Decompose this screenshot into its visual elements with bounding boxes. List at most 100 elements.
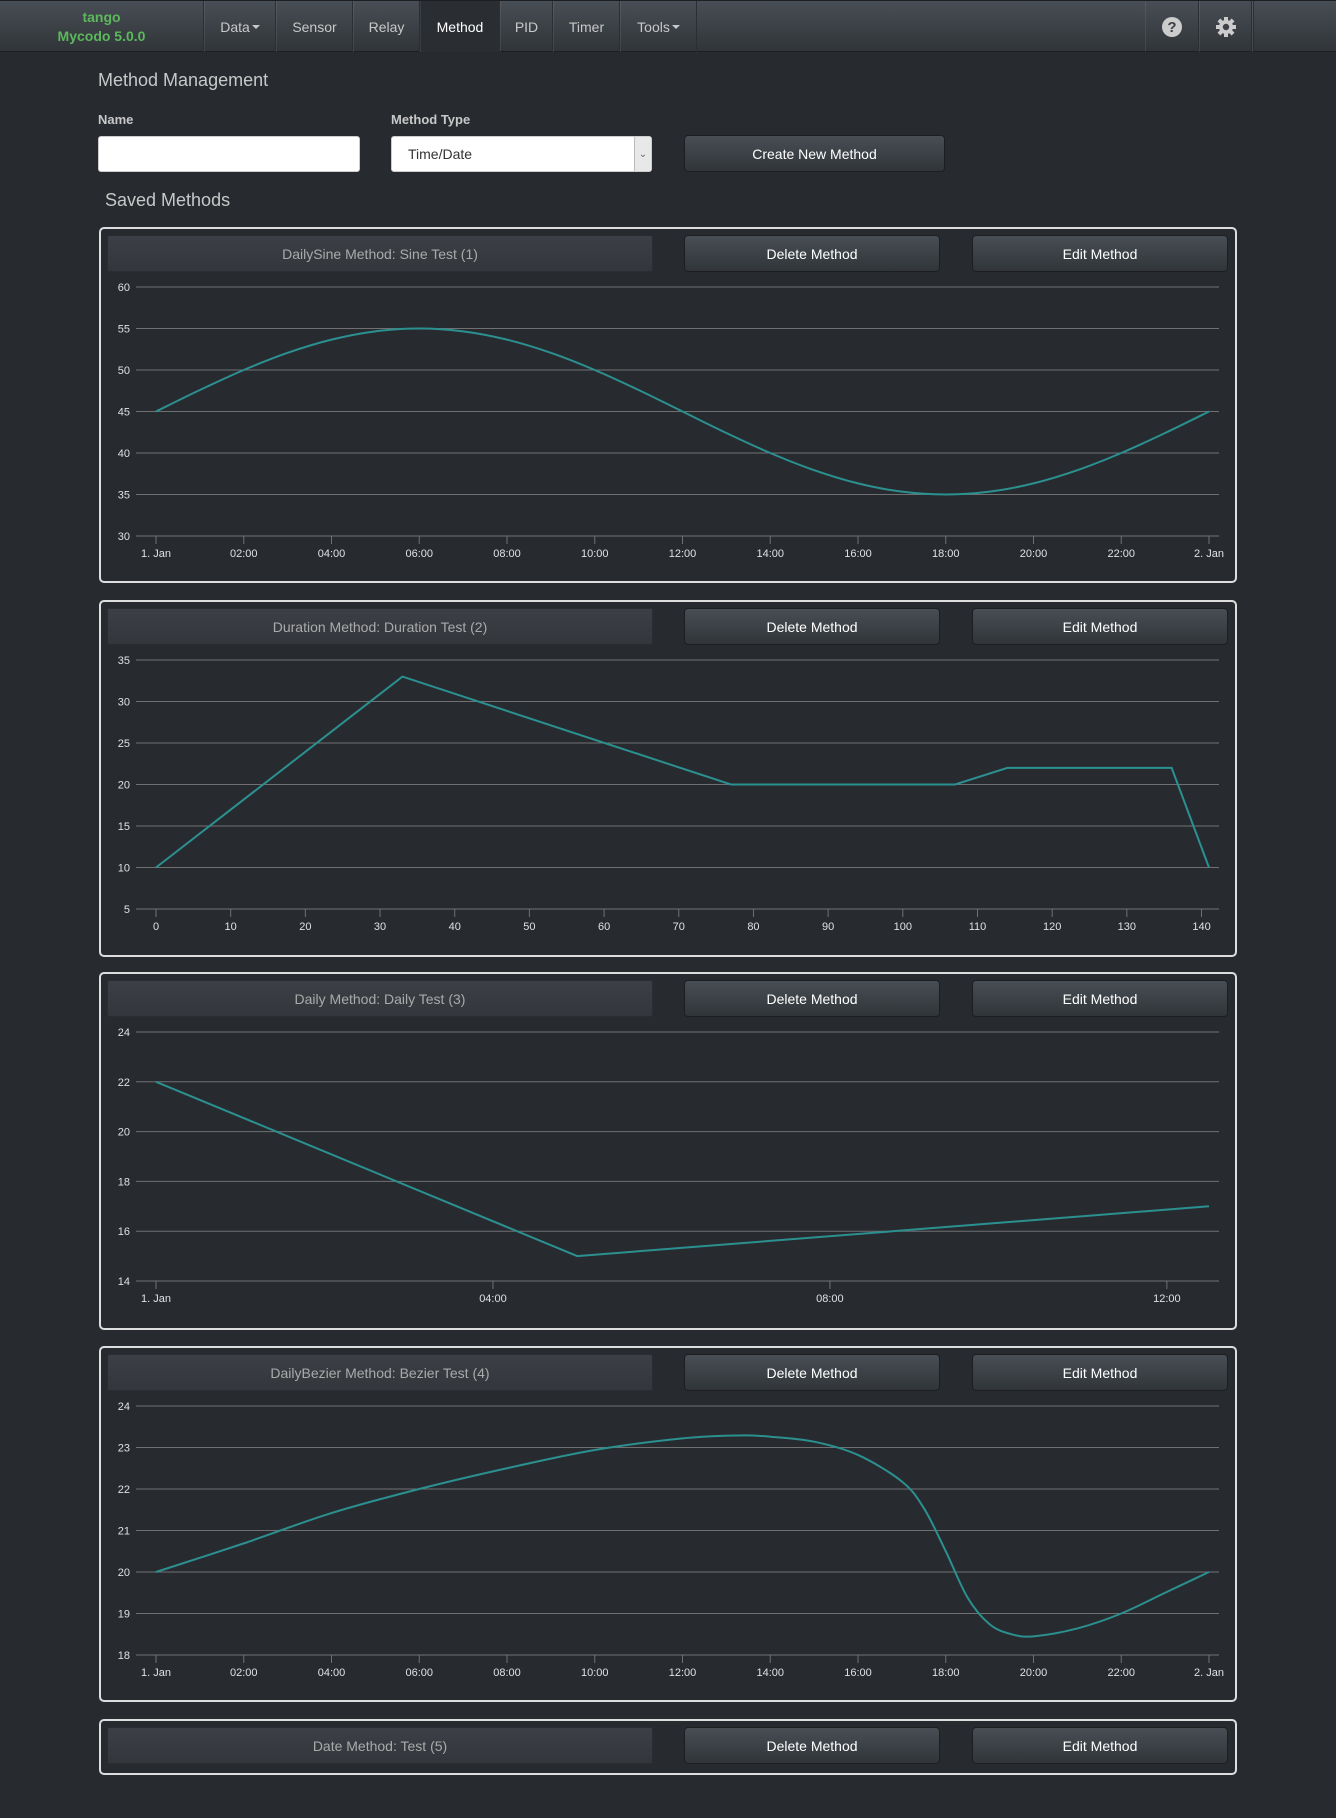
method-title-button[interactable]: Date Method: Test (5)	[107, 1727, 653, 1764]
delete-method-button[interactable]: Delete Method	[684, 1727, 940, 1764]
nav-relay-label: Relay	[368, 18, 405, 35]
method-panel: Duration Method: Duration Test (2) Delet…	[99, 600, 1237, 957]
y-tick-label: 50	[118, 365, 130, 377]
create-method-button[interactable]: Create New Method	[684, 135, 945, 172]
x-tick-label: 04:00	[318, 548, 346, 560]
x-tick-label: 40	[449, 921, 461, 933]
x-tick-label: 02:00	[230, 548, 258, 560]
y-tick-label: 35	[118, 490, 130, 502]
x-tick-label: 50	[523, 921, 535, 933]
y-tick-label: 24	[118, 1027, 130, 1039]
y-tick-label: 20	[118, 1567, 130, 1579]
x-tick-label: 14:00	[756, 548, 784, 560]
x-tick-label: 12:00	[1153, 1293, 1181, 1305]
y-tick-label: 18	[118, 1176, 130, 1188]
brand-host: tango	[82, 8, 121, 25]
x-tick-label: 1. Jan	[141, 548, 171, 560]
method-type-value: Time/Date	[408, 146, 473, 162]
nav-timer[interactable]: Timer	[553, 1, 620, 52]
nav-pid[interactable]: PID	[500, 1, 553, 52]
y-tick-label: 23	[118, 1443, 130, 1455]
x-tick-label: 06:00	[405, 548, 433, 560]
brand[interactable]: tango Mycodo 5.0.0	[0, 1, 204, 52]
edit-method-button[interactable]: Edit Method	[972, 1727, 1228, 1764]
name-label: Name	[98, 112, 134, 127]
page-title: Method Management	[98, 70, 269, 90]
x-tick-label: 22:00	[1107, 1667, 1135, 1679]
y-tick-label: 5	[124, 904, 130, 916]
x-tick-label: 10:00	[581, 548, 609, 560]
y-tick-label: 40	[118, 448, 130, 460]
method-type-select[interactable]: Time/Date ⌄	[391, 136, 652, 172]
nav-divider	[1252, 1, 1254, 52]
y-tick-label: 60	[118, 282, 130, 294]
method-panel: Date Method: Test (5) Delete Method Edit…	[99, 1719, 1237, 1775]
saved-methods-heading: Saved Methods	[105, 190, 231, 210]
name-input[interactable]	[98, 136, 360, 172]
help-button[interactable]: ?	[1145, 1, 1199, 52]
y-tick-label: 35	[118, 655, 130, 667]
x-tick-label: 110	[969, 921, 987, 933]
svg-text:?: ?	[1167, 19, 1176, 36]
navbar: tango Mycodo 5.0.0 Data Sensor Relay Met…	[0, 0, 1336, 52]
x-tick-label: 16:00	[844, 548, 872, 560]
y-tick-label: 22	[118, 1484, 130, 1496]
x-tick-label: 120	[1043, 921, 1061, 933]
nav-tools[interactable]: Tools	[620, 1, 697, 52]
method-chart: 18 19 20 21 22 23 24 1. Jan 02:00 04:00 06:00 08:00…	[118, 1401, 1224, 1679]
y-tick-label: 45	[118, 407, 130, 419]
x-tick-label: 2. Jan	[1194, 548, 1224, 560]
series-line	[155, 1080, 1210, 1258]
y-tick-label: 21	[118, 1526, 130, 1538]
settings-button[interactable]	[1199, 1, 1252, 52]
y-tick-label: 24	[118, 1401, 130, 1413]
y-tick-label: 14	[118, 1276, 130, 1288]
x-tick-label: 70	[673, 921, 685, 933]
nav-data[interactable]: Data	[204, 1, 276, 52]
nav-relay[interactable]: Relay	[353, 1, 420, 52]
series-line	[155, 675, 1210, 869]
x-tick-label: 2. Jan	[1194, 1667, 1224, 1679]
x-tick-label: 08:00	[493, 1667, 521, 1679]
series-line	[155, 1434, 1210, 1638]
x-tick-label: 60	[598, 921, 610, 933]
nav-tools-label: Tools	[637, 18, 670, 35]
y-tick-label: 30	[118, 531, 130, 543]
x-tick-label: 14:00	[756, 1667, 784, 1679]
method-panel: DailyBezier Method: Bezier Test (4) Dele…	[99, 1346, 1237, 1702]
x-tick-label: 18:00	[932, 548, 960, 560]
y-tick-label: 10	[118, 863, 130, 875]
x-tick-label: 22:00	[1107, 548, 1135, 560]
nav-data-label: Data	[220, 18, 250, 35]
y-tick-label: 15	[118, 821, 130, 833]
x-tick-label: 04:00	[479, 1293, 507, 1305]
caret-down-icon	[251, 24, 260, 29]
x-tick-label: 08:00	[816, 1293, 844, 1305]
y-tick-label: 25	[118, 738, 130, 750]
nav-method-label: Method	[436, 18, 484, 35]
x-tick-label: 02:00	[230, 1667, 258, 1679]
nav-sensor[interactable]: Sensor	[276, 1, 353, 52]
method-chart: 5 10 15 20 25 30 35 0 10 20 30 40 50 60 70 80 90 100 110 12…	[118, 655, 1219, 933]
x-tick-label: 18:00	[932, 1667, 960, 1679]
x-tick-label: 130	[1118, 921, 1136, 933]
y-tick-label: 55	[118, 324, 130, 336]
nav-pid-label: PID	[514, 18, 539, 35]
x-tick-label: 06:00	[405, 1667, 433, 1679]
y-tick-label: 20	[118, 780, 130, 792]
brand-version: Mycodo 5.0.0	[57, 27, 146, 44]
nav-method[interactable]: Method	[420, 1, 500, 52]
x-tick-label: 10:00	[581, 1667, 609, 1679]
x-tick-label: 140	[1192, 921, 1210, 933]
x-tick-label: 1. Jan	[141, 1293, 171, 1305]
x-tick-label: 12:00	[669, 1667, 697, 1679]
caret-down-icon	[671, 24, 680, 29]
method-chart: 14 16 18 20 22 24 1. Jan 04:00 08:00 12:00	[118, 1027, 1219, 1305]
x-tick-label: 08:00	[493, 548, 521, 560]
method-panel: Daily Method: Daily Test (3) Delete Meth…	[99, 972, 1237, 1330]
x-tick-label: 1. Jan	[141, 1667, 171, 1679]
x-tick-label: 10	[225, 921, 237, 933]
y-tick-label: 22	[118, 1077, 130, 1089]
chevron-down-icon: ⌄	[634, 137, 651, 171]
y-tick-label: 19	[118, 1609, 130, 1621]
